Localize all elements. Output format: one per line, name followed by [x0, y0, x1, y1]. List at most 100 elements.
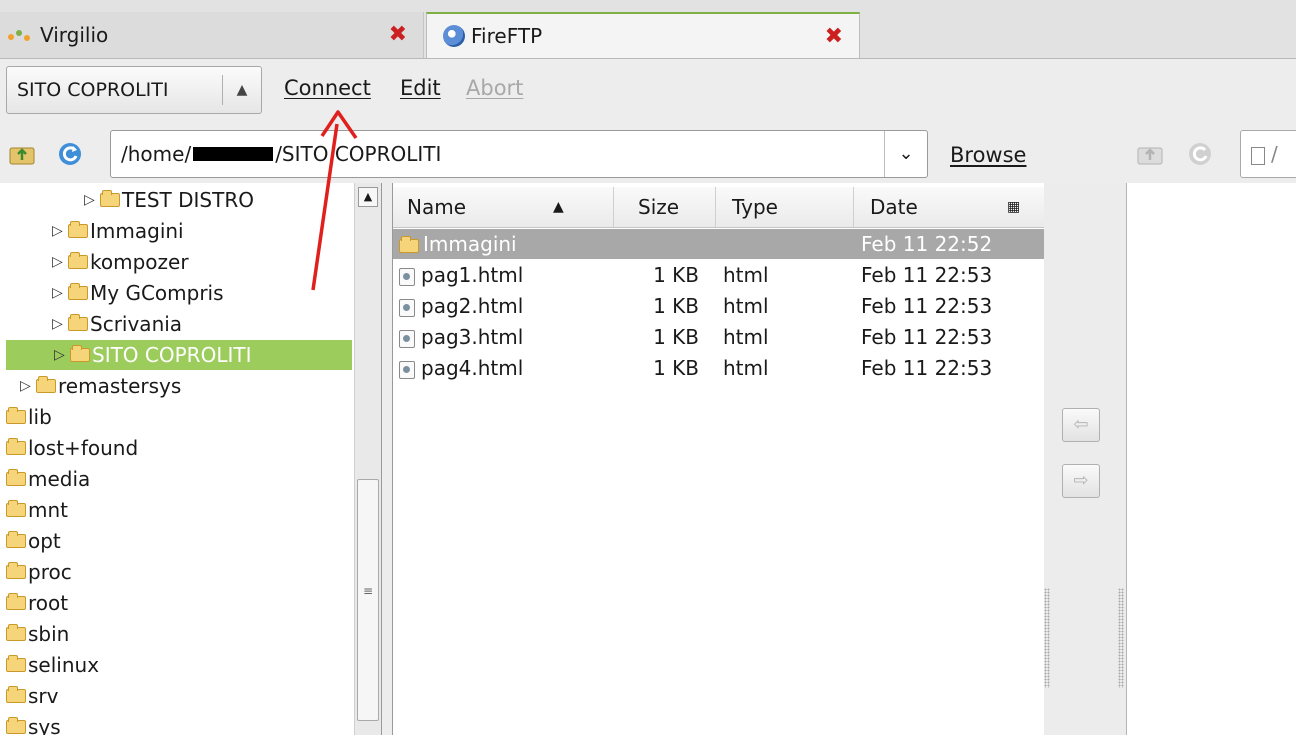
tree-item[interactable]: selinux: [6, 650, 99, 680]
tree-item[interactable]: ▷ TEST DISTRO: [84, 185, 254, 215]
folder-icon: [6, 686, 26, 703]
remote-path-text: /: [1271, 142, 1278, 166]
html-file-icon: [399, 267, 415, 286]
sort-ascending-icon[interactable]: ▲: [553, 187, 564, 227]
parent-folder-icon[interactable]: [8, 140, 36, 168]
table-row[interactable]: pag1.html 1 KB html Feb 11 22:53: [393, 260, 1044, 290]
file-name: pag3.html: [421, 325, 524, 349]
tree-item-label: SITO COPROLITI: [92, 343, 252, 367]
tree-item-label: mnt: [28, 498, 68, 522]
file-name: pag1.html: [421, 263, 524, 287]
tree-item-label: sys: [28, 715, 61, 735]
transfer-strip: [1044, 183, 1126, 735]
tree-item[interactable]: ▷ My GCompris: [52, 278, 224, 308]
chevron-down-icon[interactable]: ⌄: [884, 131, 927, 177]
expand-arrow-icon[interactable]: ▷: [54, 347, 68, 363]
column-size[interactable]: Size: [613, 187, 679, 227]
file-name: pag2.html: [421, 294, 524, 318]
html-file-icon: [399, 329, 415, 348]
expand-arrow-icon[interactable]: ▷: [52, 223, 66, 239]
refresh-icon[interactable]: [56, 140, 84, 168]
tree-item[interactable]: srv: [6, 681, 58, 711]
column-picker-icon[interactable]: ▦: [1007, 187, 1020, 227]
scrollbar-thumb[interactable]: ≡: [357, 479, 379, 721]
remote-file-list[interactable]: [1126, 183, 1296, 735]
edit-button[interactable]: Edit: [400, 76, 441, 100]
folder-icon: [68, 252, 88, 269]
grip-icon: ≡: [362, 584, 374, 598]
remote-parent-folder-icon[interactable]: [1136, 140, 1164, 168]
cell-size: 1 KB: [653, 356, 699, 380]
tree-item[interactable]: ▷ kompozer: [52, 247, 189, 277]
tree-item-label: remastersys: [58, 374, 182, 398]
list-header: Name ▲ Size Type Date ▦: [393, 187, 1044, 228]
splitter-grip-right[interactable]: [1118, 588, 1124, 688]
cell-name: pag3.html: [399, 322, 523, 352]
expand-arrow-icon[interactable]: ▷: [20, 378, 34, 394]
upload-right-arrow-icon[interactable]: ⇨: [1062, 464, 1100, 498]
cell-size: [631, 229, 699, 259]
local-folder-tree[interactable]: ▷ TEST DISTRO ▷ Immagini ▷ kompozer ▷ My GCompr…: [0, 183, 355, 735]
column-date[interactable]: Date: [853, 187, 918, 227]
tree-item-label: My GCompris: [90, 281, 224, 305]
tree-item-label: Scrivania: [90, 312, 183, 336]
tree-item[interactable]: sys: [6, 712, 61, 735]
tree-item-label: media: [28, 467, 91, 491]
scroll-up-icon[interactable]: ▲: [358, 187, 378, 207]
cell-name: pag1.html: [399, 260, 523, 290]
folder-icon: [399, 235, 419, 253]
tree-item[interactable]: media: [6, 464, 90, 494]
close-tab-icon[interactable]: ✖: [825, 26, 843, 48]
folder-icon: [6, 469, 26, 486]
table-row[interactable]: pag4.html 1 KB html Feb 11 22:53: [393, 353, 1044, 383]
table-row[interactable]: Immagini Feb 11 22:52: [393, 229, 1044, 259]
tree-item[interactable]: ▷ remastersys: [20, 371, 181, 401]
connect-button[interactable]: Connect: [284, 76, 371, 100]
tree-scrollbar[interactable]: ▲ ≡: [354, 183, 382, 735]
tree-item[interactable]: sbin: [6, 619, 69, 649]
download-left-arrow-icon[interactable]: ⇦: [1062, 408, 1100, 442]
remote-path-input[interactable]: /: [1240, 130, 1296, 178]
abort-button[interactable]: Abort: [466, 76, 523, 100]
tree-item[interactable]: ▷ Scrivania: [52, 309, 182, 339]
cell-name: Immagini: [399, 229, 517, 259]
table-row[interactable]: pag2.html 1 KB html Feb 11 22:53: [393, 291, 1044, 321]
tab-bar: Virgilio ✖ FireFTP ✖: [0, 0, 1296, 59]
expand-arrow-icon[interactable]: ▷: [84, 192, 98, 208]
folder-icon: [6, 438, 26, 455]
tree-item[interactable]: ▷ SITO COPROLITI: [6, 340, 352, 370]
expand-arrow-icon[interactable]: ▷: [52, 254, 66, 270]
local-path-input[interactable]: /home/ /SITO COPROLITI ⌄: [110, 130, 928, 178]
tree-item[interactable]: proc: [6, 557, 72, 587]
remote-refresh-icon[interactable]: [1186, 140, 1214, 168]
tab-title: FireFTP: [471, 24, 543, 48]
splitter-grip-left[interactable]: [1044, 588, 1050, 688]
expand-arrow-icon[interactable]: ▷: [52, 285, 66, 301]
close-tab-icon[interactable]: ✖: [389, 24, 407, 46]
tree-item[interactable]: lost+found: [6, 433, 138, 463]
tree-item[interactable]: root: [6, 588, 68, 618]
tab-virgilio[interactable]: Virgilio ✖: [0, 12, 424, 58]
tree-item[interactable]: ▷ Immagini: [52, 216, 184, 246]
column-type[interactable]: Type: [715, 187, 778, 227]
site-select[interactable]: SITO COPROLITI ▲: [6, 66, 262, 114]
cell-date: Feb 11 22:53: [861, 263, 993, 287]
column-name[interactable]: Name: [407, 187, 466, 227]
expand-arrow-icon[interactable]: ▷: [52, 316, 66, 332]
site-select-value: SITO COPROLITI: [17, 79, 169, 101]
browse-button[interactable]: Browse: [950, 143, 1026, 167]
tree-item[interactable]: lib: [6, 402, 52, 432]
spinner-icon[interactable]: ▲: [222, 75, 261, 105]
tree-item[interactable]: opt: [6, 526, 61, 556]
tree-item[interactable]: mnt: [6, 495, 68, 525]
tree-item-label: root: [28, 591, 69, 615]
folder-icon: [68, 314, 88, 331]
fireftp-logo-icon: [443, 25, 465, 47]
cell-date: Feb 11 22:52: [861, 232, 993, 256]
tree-item-label: lost+found: [28, 436, 139, 460]
cell-name: pag2.html: [399, 291, 523, 321]
tab-fireftp[interactable]: FireFTP ✖: [426, 12, 860, 58]
table-row[interactable]: pag3.html 1 KB html Feb 11 22:53: [393, 322, 1044, 352]
tab-title: Virgilio: [40, 23, 109, 47]
local-file-list[interactable]: Name ▲ Size Type Date ▦ Immagini Feb 11 2…: [392, 183, 1045, 735]
